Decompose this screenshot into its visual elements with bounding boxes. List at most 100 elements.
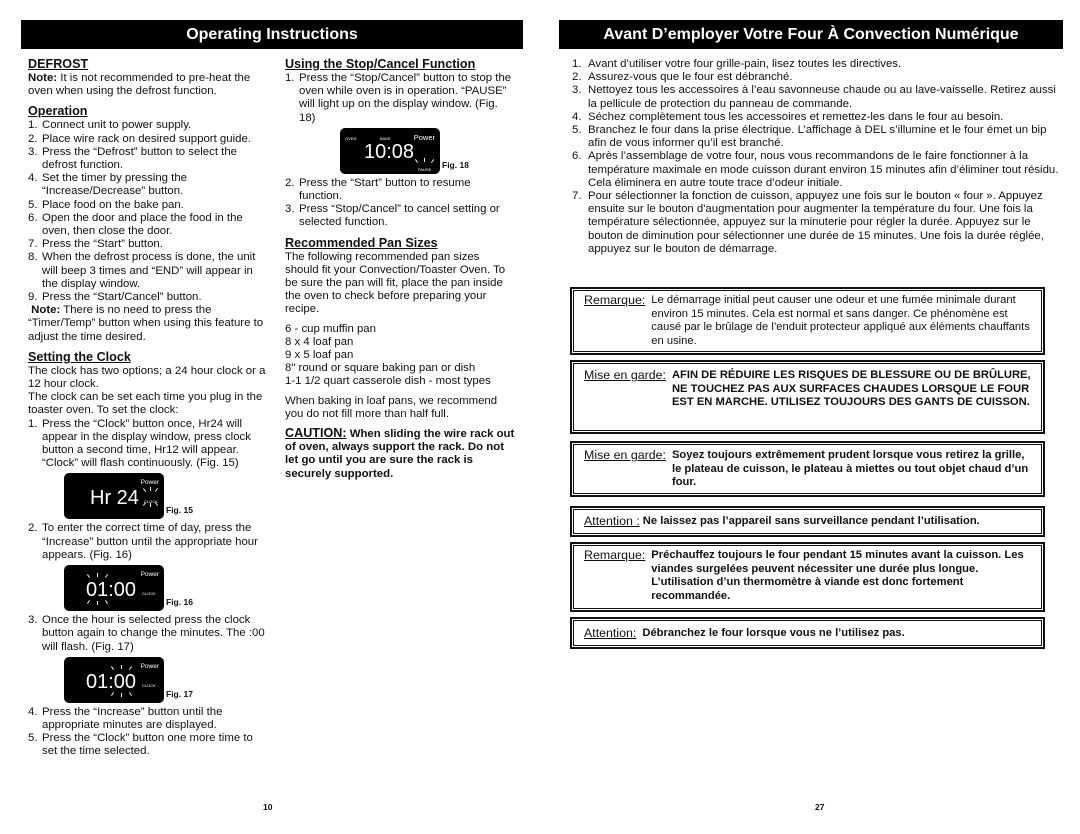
flash-ray-icon [121, 664, 122, 669]
pan-sizes-intro: The following recommended pan sizes shou… [285, 250, 506, 316]
power-indicator: Power [140, 571, 159, 579]
note-text: It is not recommended to pre-heat the ov… [28, 72, 251, 98]
left-column-2: Using the Stop/Cancel Function 1. Press t… [285, 57, 515, 481]
box-text: AFIN DE RÉDUIRE LES RISQUES DE BLESSURE … [671, 369, 1031, 408]
step-text: Connect unit to power supply. [42, 119, 192, 132]
flash-ray-icon [97, 573, 98, 578]
list-item: 3. Once the hour is selected press the cl… [28, 614, 268, 654]
list-item: 4. Séchez complètement tous les accessoir… [572, 111, 1062, 124]
step-number: 1. [572, 58, 582, 70]
flash-ray-icon [150, 487, 151, 492]
figure-15: Power Hr 24 CLOCK Fig. 15 [64, 473, 268, 520]
clock-intro-2: The clock can be set each time you plug … [28, 391, 263, 417]
box-text: Soyez toujours extrêmement prudent lorsq… [671, 449, 1029, 488]
step-number: 7. [572, 190, 582, 203]
step-number: 3. [28, 614, 38, 627]
list-item: 1. Avant d’utiliser votre four grille-pai… [572, 58, 1062, 71]
step-number: 2. [28, 522, 38, 535]
clock-indicator: CLOCK [142, 591, 156, 597]
left-header-title: Operating Instructions [186, 25, 358, 43]
list-item: 3. Press the “Defrost” button to select t… [28, 146, 268, 172]
flash-ray-icon [110, 665, 115, 670]
power-indicator: Power [413, 132, 435, 142]
oven-indicator: OVEN [345, 135, 357, 141]
step-text: Avant d’utiliser votre four grille-pain,… [588, 58, 902, 70]
flash-ray-icon [110, 691, 115, 696]
step-number: 2. [572, 71, 582, 84]
step-text: Pour sélectionner la fonction de cuisson… [588, 190, 1044, 255]
display-readout: 01:00 [86, 579, 137, 602]
flash-ray-icon [86, 600, 91, 605]
step-text: Assurez-vous que le four est débranché. [588, 71, 793, 84]
step-text: Après l’assemblage de votre four, nous v… [588, 150, 1059, 189]
flash-ray-icon [424, 157, 425, 162]
right-page-header: Avant D’employer Votre Four À Convection… [559, 20, 1063, 49]
step-text: Press the “Increase” button until the ap… [42, 705, 223, 731]
box-label: Remarque: [584, 548, 646, 562]
step-number: 5. [28, 732, 38, 745]
stop-cancel-title: Using the Stop/Cancel Function [285, 57, 476, 71]
box-label: Mise en garde: [584, 448, 666, 462]
loaf-note: When baking in loaf pans, we recommend y… [285, 394, 498, 420]
step-number: 8. [28, 251, 38, 264]
list-item: 4. Set the timer by pressing the “Increas… [28, 172, 268, 198]
clock-steps: 3. Once the hour is selected press the cl… [28, 614, 268, 654]
step-text: Press the “Clock” button one more time t… [42, 732, 253, 758]
list-item: 8. When the defrost process is done, the … [28, 251, 268, 291]
list-item: 7. Pour sélectionner la fonction de cuiss… [572, 190, 1062, 256]
box-label: Attention: [584, 626, 637, 640]
list-item: 2. Press the “Start” button to resume fun… [285, 177, 515, 203]
step-number: 7. [28, 238, 38, 251]
mise-en-garde-box-2: Mise en garde: Soyez toujours extrêmemen… [570, 441, 1045, 497]
flash-ray-icon [154, 488, 159, 493]
step-text: Place food on the bake pan. [42, 198, 184, 211]
pan-sizes-title: Recommended Pan Sizes [285, 235, 438, 250]
lcd-display-image: Power 01:00 CLOCK [64, 656, 164, 703]
step-number: 6. [572, 150, 582, 163]
figure-17: Power 01:00 CLOCK Fig. 17 [64, 656, 268, 703]
defrost-title: DEFROST [28, 57, 89, 71]
power-indicator: Power [140, 662, 159, 670]
figure-label: Fig. 17 [166, 688, 193, 699]
step-number: 2. [28, 132, 38, 145]
step-text: Séchez complètement tous les accessoires… [588, 110, 1004, 123]
operation-title: Operation [28, 104, 88, 119]
display-readout: 10:08 [364, 140, 415, 163]
defrost-note: Note: It is not recommended to pre-heat … [28, 72, 268, 98]
step-number: 3. [28, 145, 38, 158]
flash-ray-icon [430, 158, 435, 163]
attention-box-2: Attention: Débranchez le four lorsque vo… [570, 617, 1045, 649]
step-text: Press the “Defrost” button to select the… [42, 145, 237, 172]
step-number: 6. [28, 211, 38, 224]
stop-cancel-steps: 2. Press the “Start” button to resume fun… [285, 177, 515, 230]
step-text: Press the “Clock” button once, Hr24 will… [42, 417, 251, 470]
box-label: Attention : [584, 514, 640, 528]
mise-en-garde-box-1: Mise en garde: AFIN DE RÉDUIRE LES RISQU… [570, 360, 1045, 434]
lcd-display-image: Power Hr 24 CLOCK [64, 473, 164, 520]
step-text: Once the hour is selected press the cloc… [42, 614, 265, 653]
step-number: 5. [28, 198, 38, 211]
step-number: 4. [28, 172, 38, 185]
left-page-header: Operating Instructions [21, 20, 523, 49]
clock-indicator: CLOCK [142, 682, 156, 688]
list-item: 7. Press the “Start” button. [28, 238, 268, 251]
step-number: 1. [285, 72, 295, 84]
operation-steps: 1. Connect unit to power supply. 2. Place … [28, 119, 268, 304]
step-text: Press “Stop/Cancel” to cancel setting or… [299, 203, 500, 229]
french-steps: 1. Avant d’utiliser votre four grille-pai… [572, 58, 1062, 256]
figure-18: OVEN BAKE Power 10:08 PAUSE Fig. 18 [340, 127, 515, 174]
list-item: 8" round or square baking pan or dish [285, 362, 476, 375]
list-item: 9. Press the “Start/Cancel” button. [28, 291, 268, 304]
list-item: 5. Place food on the bake pan. [28, 199, 268, 212]
figure-16: Power 01:00 CLOCK Fig. 16 [64, 565, 268, 612]
attention-box-1: Attention : Ne laissez pas l’appareil sa… [570, 506, 1045, 537]
step-text: Branchez le four dans la prise électriqu… [588, 124, 1047, 150]
remarque-box-2: Remarque: Préchauffez toujours le four p… [570, 542, 1045, 612]
remarque-box-1: Remarque: Le démarrage initial peut caus… [570, 287, 1045, 355]
note-text: There is no need to press the “Timer/Tem… [28, 304, 264, 343]
step-number: 9. [28, 291, 38, 304]
list-item: 8 x 4 loaf pan [285, 335, 354, 348]
figure-label: Fig. 15 [166, 505, 193, 516]
list-item: 2. Assurez-vous que le four est débranché… [572, 71, 1062, 84]
step-text: Press the “Start” button to resume funct… [299, 176, 471, 203]
